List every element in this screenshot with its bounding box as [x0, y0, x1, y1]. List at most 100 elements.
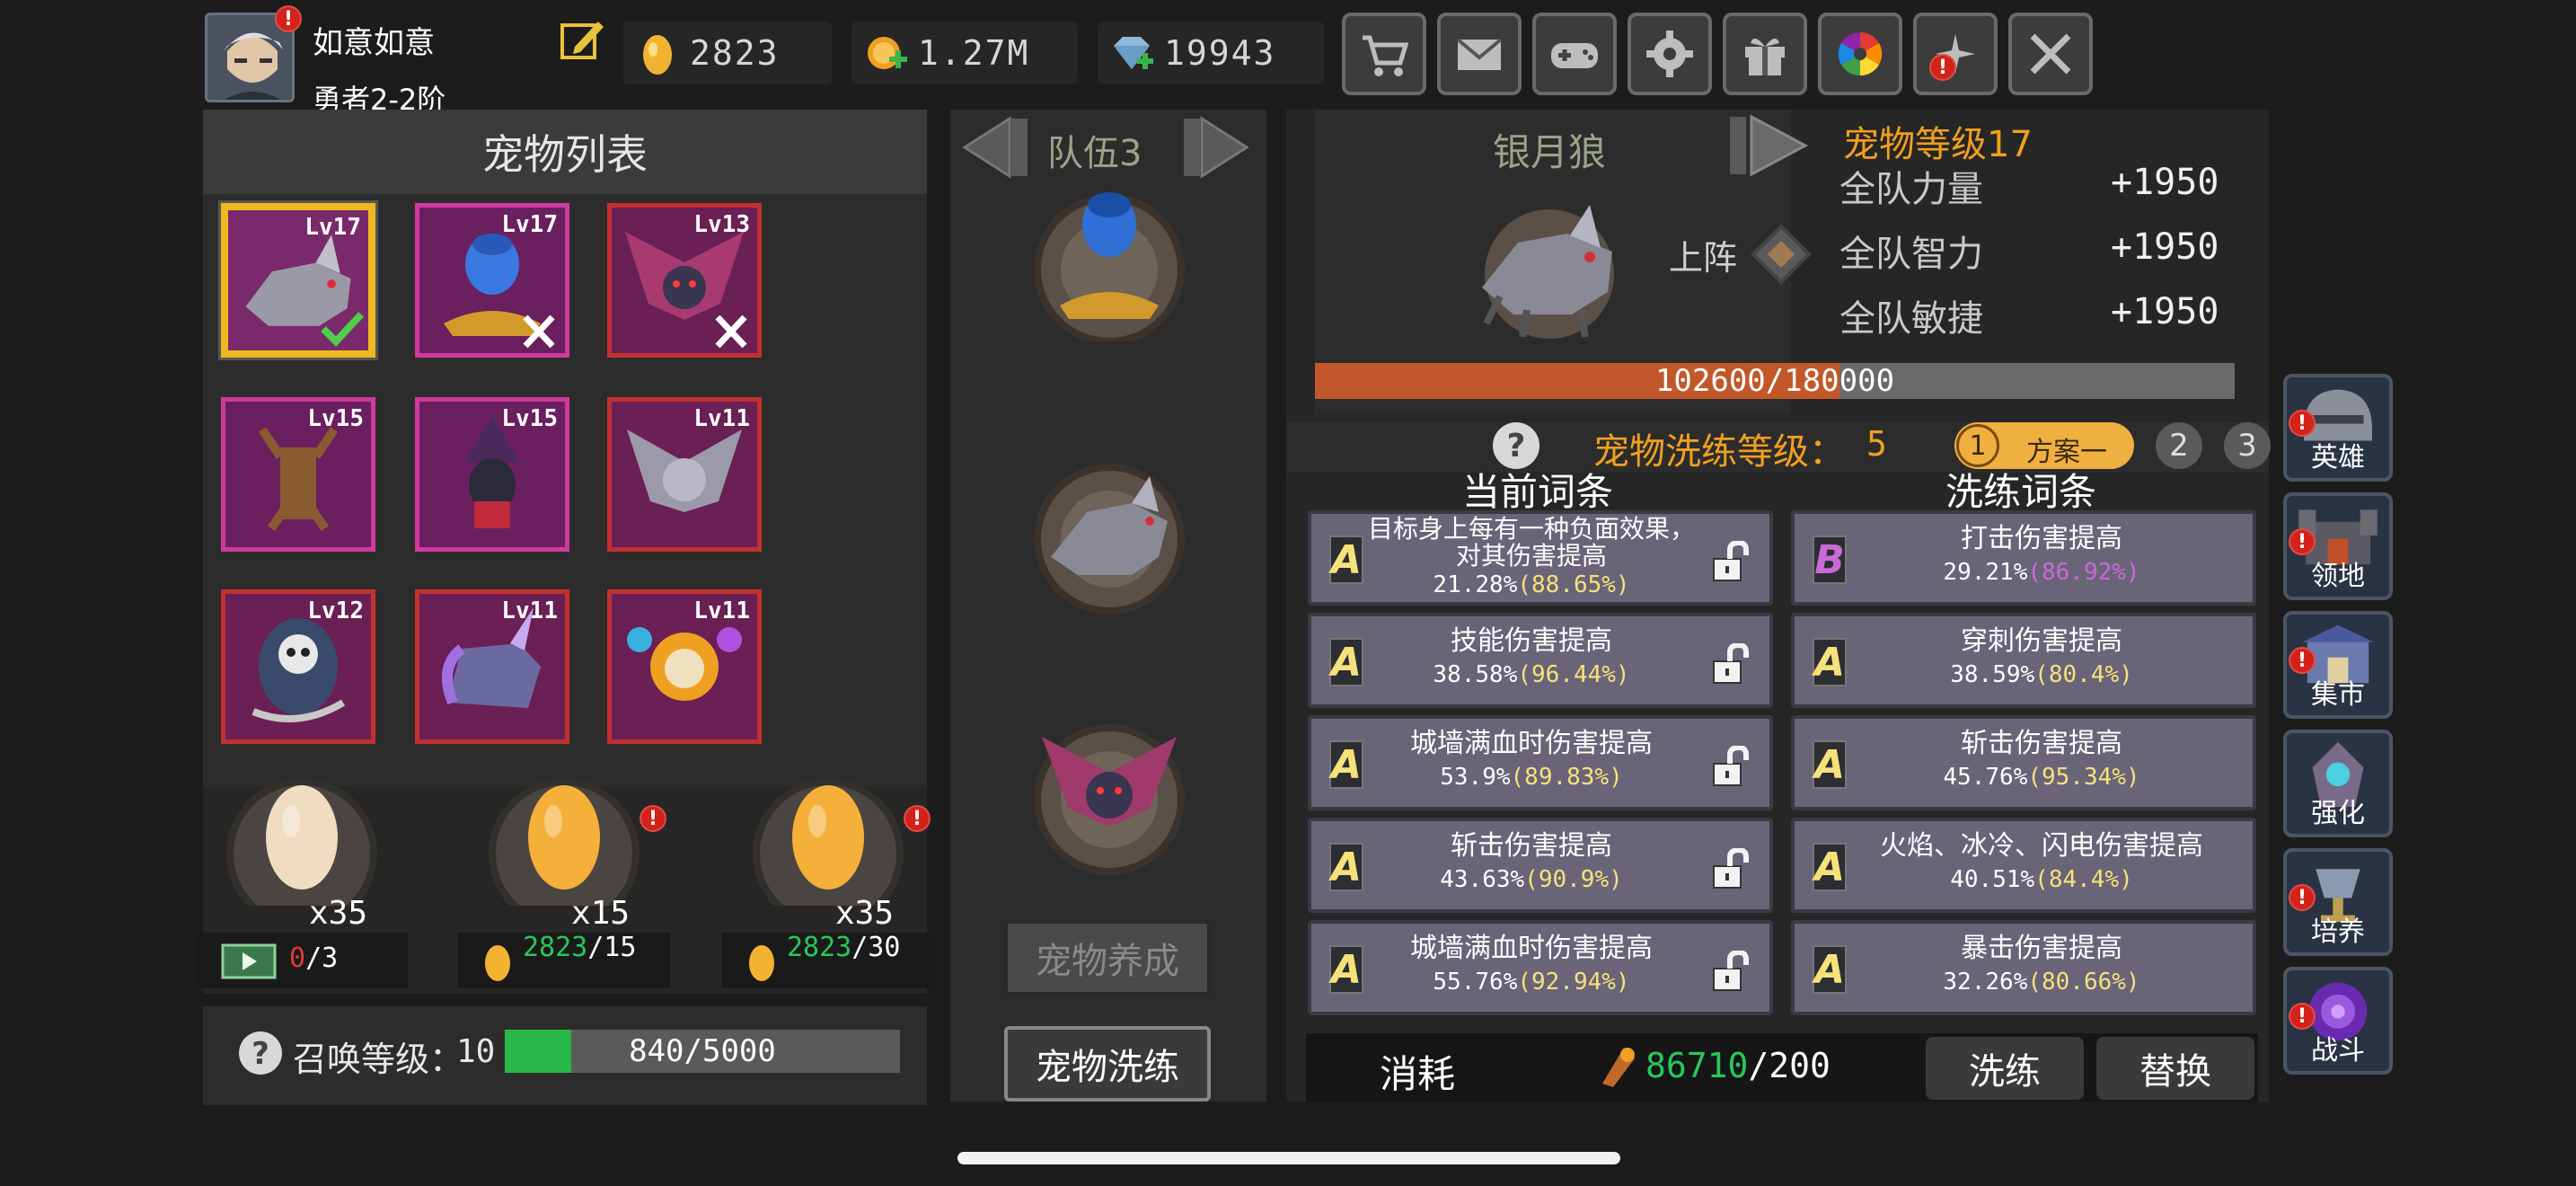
settings-button[interactable] [1628, 13, 1712, 95]
deploy-diamond-icon[interactable] [1748, 221, 1814, 288]
sparkle-button[interactable] [1913, 13, 1998, 95]
egg-pedestal-icon [753, 778, 904, 929]
refine-stone-icon [1602, 1048, 1635, 1087]
pet-slot-treant[interactable]: Lv15 [221, 397, 375, 552]
help-icon[interactable]: ? [235, 1028, 286, 1078]
pet-slot-witch[interactable]: Lv15 [415, 397, 569, 552]
settings-icon [1646, 31, 1693, 77]
team-slot-3[interactable] [1024, 710, 1195, 881]
diamond-plus-icon[interactable] [1105, 26, 1159, 80]
pet-raise-button[interactable]: 宠物养成 [1004, 920, 1211, 996]
svg-text:?: ? [251, 1036, 269, 1072]
cost-total: /200 [1748, 1046, 1831, 1085]
pet-refine-button[interactable]: 宠物洗练 [1004, 1026, 1211, 1102]
affix-percent: 21.28%(88.65%) [1433, 571, 1630, 598]
plan-2-tab[interactable]: 2 [2156, 422, 2202, 469]
pet-slot-fire-skull[interactable]: Lv11 [607, 589, 762, 744]
player-name: 如意如意 [313, 25, 435, 61]
affix-grade-badge: A [1329, 740, 1363, 789]
affix-title: 打击伤害提高 [1961, 523, 2122, 554]
unlock-icon[interactable] [1710, 541, 1750, 582]
video-ad-icon [221, 943, 277, 979]
affix-grade-badge: A [1813, 843, 1847, 891]
refine-affix-card[interactable]: A 暴击伤害提高 32.26%(80.66%) [1791, 920, 2256, 1015]
current-affix-card[interactable]: A 城墙满血时伤害提高 53.9%(89.83%) [1308, 715, 1773, 810]
side-menu-label: 强化 [2311, 798, 2365, 829]
unlock-icon[interactable] [1710, 951, 1750, 992]
egg-cost-text: 2823/30 [787, 932, 901, 963]
pet-next-arrow-icon[interactable] [1725, 111, 1814, 180]
affix-grade-badge: A [1329, 843, 1363, 891]
cart-icon [1363, 35, 1409, 76]
team-slot-1[interactable] [1024, 171, 1195, 345]
affix-grade-badge: A [1329, 945, 1363, 994]
pet-slot-gray-bat[interactable]: Lv11 [607, 397, 762, 552]
pet-level: Lv11 [501, 597, 558, 624]
crossed-swords-icon [2030, 33, 2071, 75]
team-slot-2[interactable] [1024, 449, 1195, 620]
pet-level: Lv11 [693, 405, 750, 432]
pet-slot-silver-wolf[interactable]: Lv17 [221, 203, 375, 358]
gold-amount: 1.27M [918, 33, 1030, 73]
gift-button[interactable] [1723, 13, 1807, 95]
svg-text:?: ? [1507, 428, 1526, 465]
pet-name: 银月狼 [1493, 130, 1607, 174]
egg-cost-box[interactable]: 2823/30 [722, 933, 934, 988]
refine-affix-card[interactable]: A 斩击伤害提高 45.76%(95.34%) [1791, 715, 2256, 810]
battle-button[interactable] [2008, 13, 2093, 95]
team-label: 队伍3 [1047, 133, 1142, 174]
replace-button[interactable]: 替换 [2096, 1037, 2254, 1100]
refine-affix-card[interactable]: B 打击伤害提高 29.21%(86.92%) [1791, 510, 2256, 606]
avatar-alert-badge: ! [275, 5, 302, 32]
unlock-icon[interactable] [1710, 643, 1750, 685]
current-affix-card[interactable]: A 城墙满血时伤害提高 55.76%(92.94%) [1308, 920, 1773, 1015]
plan-3-tab[interactable]: 3 [2224, 422, 2271, 469]
home-indicator[interactable] [957, 1152, 1620, 1164]
gamepad-button[interactable] [1532, 13, 1617, 95]
affix-percent: 55.76%(92.94%) [1433, 969, 1630, 996]
egg-item[interactable] [208, 771, 406, 929]
egg-count: 2823 [690, 33, 780, 73]
edit-name-icon[interactable] [557, 16, 607, 63]
remove-x-icon [523, 314, 555, 349]
refine-button[interactable]: 洗练 [1926, 1037, 2084, 1100]
egg-pedestal-icon [489, 778, 640, 929]
pet-slot-reaper[interactable]: Lv12 [221, 589, 375, 744]
current-affix-card[interactable]: A 技能伤害提高 38.58%(96.44%) [1308, 613, 1773, 708]
egg-cost-box[interactable]: 0/3 [196, 933, 408, 988]
affix-percent: 43.63%(90.9%) [1440, 866, 1623, 893]
egg-icon [485, 945, 510, 981]
side-menu-button[interactable]: 强化 [2283, 730, 2393, 837]
refine-affix-card[interactable]: A 穿刺伤害提高 38.59%(80.4%) [1791, 613, 2256, 708]
unlock-icon[interactable] [1710, 848, 1750, 890]
affix-title: 技能伤害提高 [1451, 625, 1612, 657]
summon-level: 10 [456, 1033, 496, 1070]
attribute-value: +1950 [2111, 226, 2219, 268]
summon-progress-text: 840/5000 [629, 1033, 776, 1069]
refine-affix-card[interactable]: A 火焰、冰冷、闪电伤害提高 40.51%(84.4%) [1791, 818, 2256, 913]
deployed-check-icon [321, 312, 364, 347]
egg-item[interactable] [735, 771, 932, 929]
color-wheel-button[interactable] [1818, 13, 1902, 95]
affix-percent: 38.58%(96.44%) [1433, 661, 1630, 688]
side-menu-label: 英雄 [2311, 442, 2365, 474]
affix-title: 火焰、冰冷、闪电伤害提高 [1880, 830, 2203, 862]
side-menu-label: 培养 [2311, 916, 2365, 948]
pet-slot-bat[interactable]: Lv13 [607, 203, 762, 358]
egg-count: x15 [571, 895, 631, 932]
shop-button[interactable] [1342, 13, 1426, 95]
gold-coin-plus-icon[interactable] [859, 26, 913, 80]
current-affix-card[interactable]: A 斩击伤害提高 43.63%(90.9%) [1308, 818, 1773, 913]
summon-level-bar: ? 召唤等级： 10 840/5000 [203, 1006, 927, 1105]
pet-slot-genie[interactable]: Lv17 [415, 203, 569, 358]
pet-slot-unicorn[interactable]: Lv11 [415, 589, 569, 744]
mail-button[interactable] [1437, 13, 1522, 95]
cost-current: 86710 [1645, 1046, 1749, 1085]
current-affix-card[interactable]: A 目标身上每有一种负面效果，对其伤害提高 21.28%(88.65%) [1308, 510, 1773, 606]
attribute-value: +1950 [2111, 291, 2219, 332]
egg-cost-box[interactable]: 2823/15 [458, 933, 670, 988]
affix-grade-badge: A [1329, 638, 1363, 686]
egg-item[interactable] [471, 771, 668, 929]
current-affix-header: 当前词条 [1462, 470, 1614, 514]
unlock-icon[interactable] [1710, 746, 1750, 787]
